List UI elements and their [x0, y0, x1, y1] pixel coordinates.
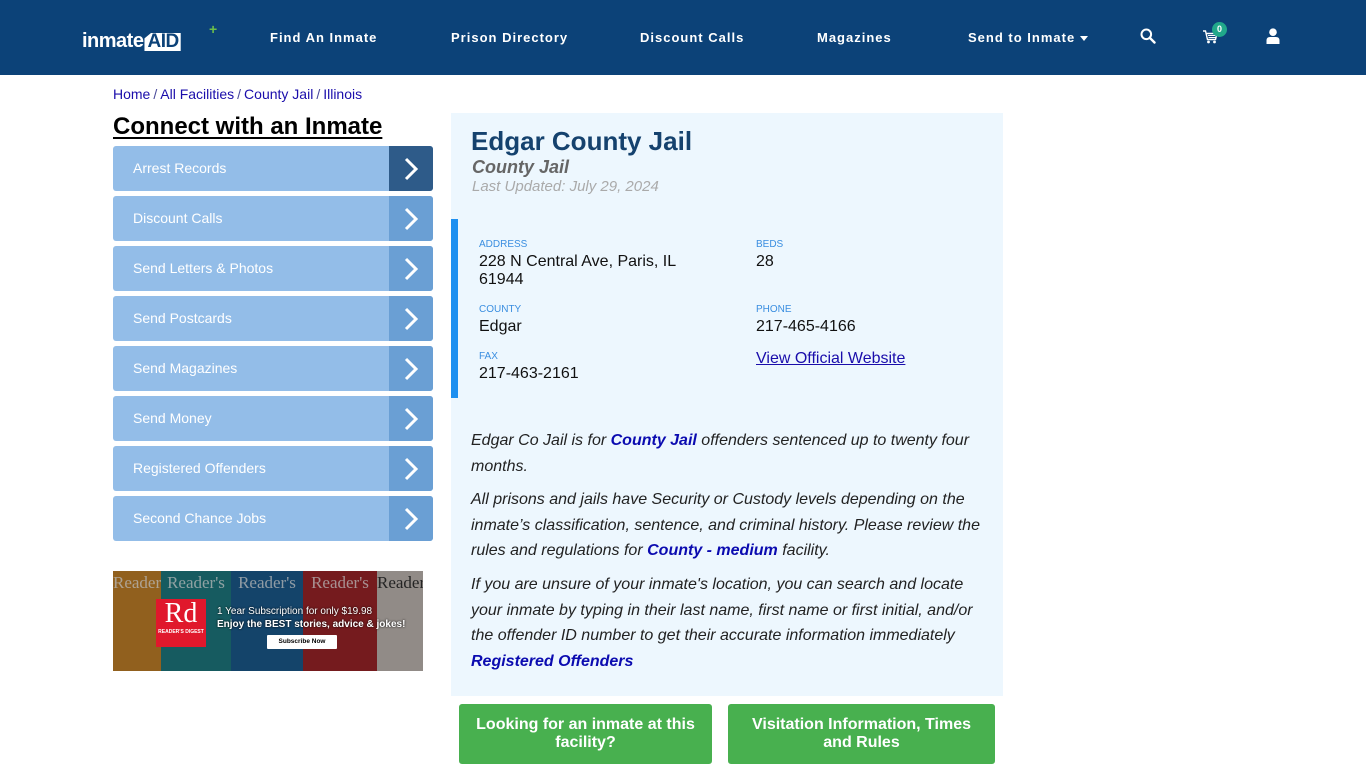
logo-text-aid: AID: [144, 33, 181, 51]
menu-item-label: Send Postcards: [133, 310, 232, 326]
chevron-right-icon: [389, 146, 433, 191]
county-medium-link[interactable]: County - medium: [647, 542, 778, 559]
beds-label: BEDS: [756, 239, 784, 250]
nav-label: Magazines: [817, 30, 892, 45]
county-jail-link[interactable]: County Jail: [611, 432, 697, 449]
chevron-right-icon: [389, 446, 433, 491]
nav-send-to-inmate-dropdown[interactable]: Send to Inmate: [968, 0, 1089, 75]
address-label: ADDRESS: [479, 239, 528, 250]
menu-item-discount-calls[interactable]: Discount Calls: [113, 196, 433, 241]
inmateaid-logo[interactable]: inmate AID +: [82, 22, 217, 52]
logo-plus-icon: +: [209, 21, 218, 37]
breadcrumb-county-jail[interactable]: County Jail: [244, 86, 313, 102]
fax-label: FAX: [479, 351, 498, 362]
chevron-right-icon: [389, 246, 433, 291]
breadcrumb: Home / All Facilities / County Jail / Illinois: [113, 86, 362, 102]
readers-digest-ad-banner[interactable]: Reader's Reader's Reader's Reader's Read…: [113, 571, 423, 671]
top-navigation-bar: inmate AID + Find An Inmate Prison Direc…: [0, 0, 1366, 75]
account-button[interactable]: [1266, 24, 1288, 46]
cart-count-badge: 0: [1212, 22, 1227, 37]
chevron-right-icon: [389, 496, 433, 541]
chevron-right-icon: [389, 296, 433, 341]
menu-item-second-chance-jobs[interactable]: Second Chance Jobs: [113, 496, 433, 541]
menu-item-send-letters-photos[interactable]: Send Letters & Photos: [113, 246, 433, 291]
menu-item-send-postcards[interactable]: Send Postcards: [113, 296, 433, 341]
breadcrumb-all-facilities[interactable]: All Facilities: [160, 86, 234, 102]
logo-text-inmate: inmate: [82, 30, 144, 52]
phone-label: PHONE: [756, 304, 792, 315]
search-icon: [1140, 28, 1156, 44]
county-label: COUNTY: [479, 304, 522, 315]
connect-with-inmate-heading: Connect with an Inmate: [113, 113, 383, 140]
nav-label: Prison Directory: [451, 30, 569, 45]
chevron-right-icon: [389, 396, 433, 441]
county-value: Edgar: [479, 318, 522, 335]
last-updated-text: Last Updated: July 29, 2024: [472, 178, 659, 195]
phone-value: 217-465-4166: [756, 318, 856, 335]
breadcrumb-separator: /: [153, 86, 158, 102]
paragraph-text: Edgar Co Jail is for: [471, 432, 611, 449]
breadcrumb-home[interactable]: Home: [113, 86, 150, 102]
fax-value: 217-463-2161: [479, 365, 579, 382]
menu-item-label: Discount Calls: [133, 210, 223, 226]
nav-discount-calls[interactable]: Discount Calls: [640, 0, 744, 75]
visitation-info-button[interactable]: Visitation Information, Times and Rules: [728, 704, 995, 764]
user-icon: [1266, 28, 1280, 44]
beds-value: 28: [756, 253, 774, 270]
menu-item-label: Send Magazines: [133, 360, 238, 376]
view-official-website-link[interactable]: View Official Website: [756, 350, 905, 368]
search-button[interactable]: [1140, 24, 1162, 46]
registered-offenders-link[interactable]: Registered Offenders: [471, 653, 633, 670]
connect-menu: Arrest Records Discount Calls Send Lette…: [113, 146, 433, 546]
chevron-right-icon: [389, 346, 433, 391]
paragraph-text: facility.: [777, 542, 830, 559]
menu-item-arrest-records[interactable]: Arrest Records: [113, 146, 433, 191]
inmate-search-paragraph: If you are unsure of your inmate's locat…: [471, 572, 991, 674]
ad-offer-text: 1 Year Subscription for only $19.98: [217, 606, 373, 617]
address-value-line2: 61944: [479, 271, 524, 288]
menu-item-label: Registered Offenders: [133, 460, 266, 476]
looking-for-inmate-button[interactable]: Looking for an inmate at this facility?: [459, 704, 712, 764]
subscribe-now-button[interactable]: Subscribe Now: [267, 635, 337, 649]
paragraph-text: If you are unsure of your inmate's locat…: [471, 576, 973, 644]
menu-item-send-magazines[interactable]: Send Magazines: [113, 346, 433, 391]
info-accent-bar: [451, 219, 458, 398]
ad-tagline-text: Enjoy the BEST stories, advice & jokes!: [217, 619, 406, 630]
nav-label: Send to Inmate: [968, 30, 1076, 45]
caret-down-icon: [1080, 35, 1089, 41]
breadcrumb-separator: /: [237, 86, 242, 102]
nav-prison-directory[interactable]: Prison Directory: [451, 0, 568, 75]
menu-item-label: Send Letters & Photos: [133, 260, 274, 276]
menu-item-send-money[interactable]: Send Money: [113, 396, 433, 441]
facility-type: County Jail: [472, 157, 570, 177]
menu-item-registered-offenders[interactable]: Registered Offenders: [113, 446, 433, 491]
security-levels-paragraph: All prisons and jails have Security or C…: [471, 487, 991, 564]
menu-item-label: Send Money: [133, 410, 212, 426]
menu-item-label: Arrest Records: [133, 160, 227, 176]
breadcrumb-illinois[interactable]: Illinois: [323, 86, 362, 102]
nav-label: Find An Inmate: [270, 30, 378, 45]
chevron-right-icon: [389, 196, 433, 241]
menu-item-label: Second Chance Jobs: [133, 510, 267, 526]
address-value-line1: 228 N Central Ave, Paris, IL: [479, 253, 677, 270]
nav-label: Discount Calls: [640, 30, 745, 45]
nav-find-an-inmate[interactable]: Find An Inmate: [270, 0, 377, 75]
readers-digest-logo: Rd READER'S DIGEST: [156, 599, 206, 647]
facility-name-heading: Edgar County Jail: [471, 126, 693, 156]
breadcrumb-separator: /: [316, 86, 321, 102]
facility-description-paragraph: Edgar Co Jail is for County Jail offende…: [471, 428, 991, 479]
nav-magazines[interactable]: Magazines: [817, 0, 892, 75]
